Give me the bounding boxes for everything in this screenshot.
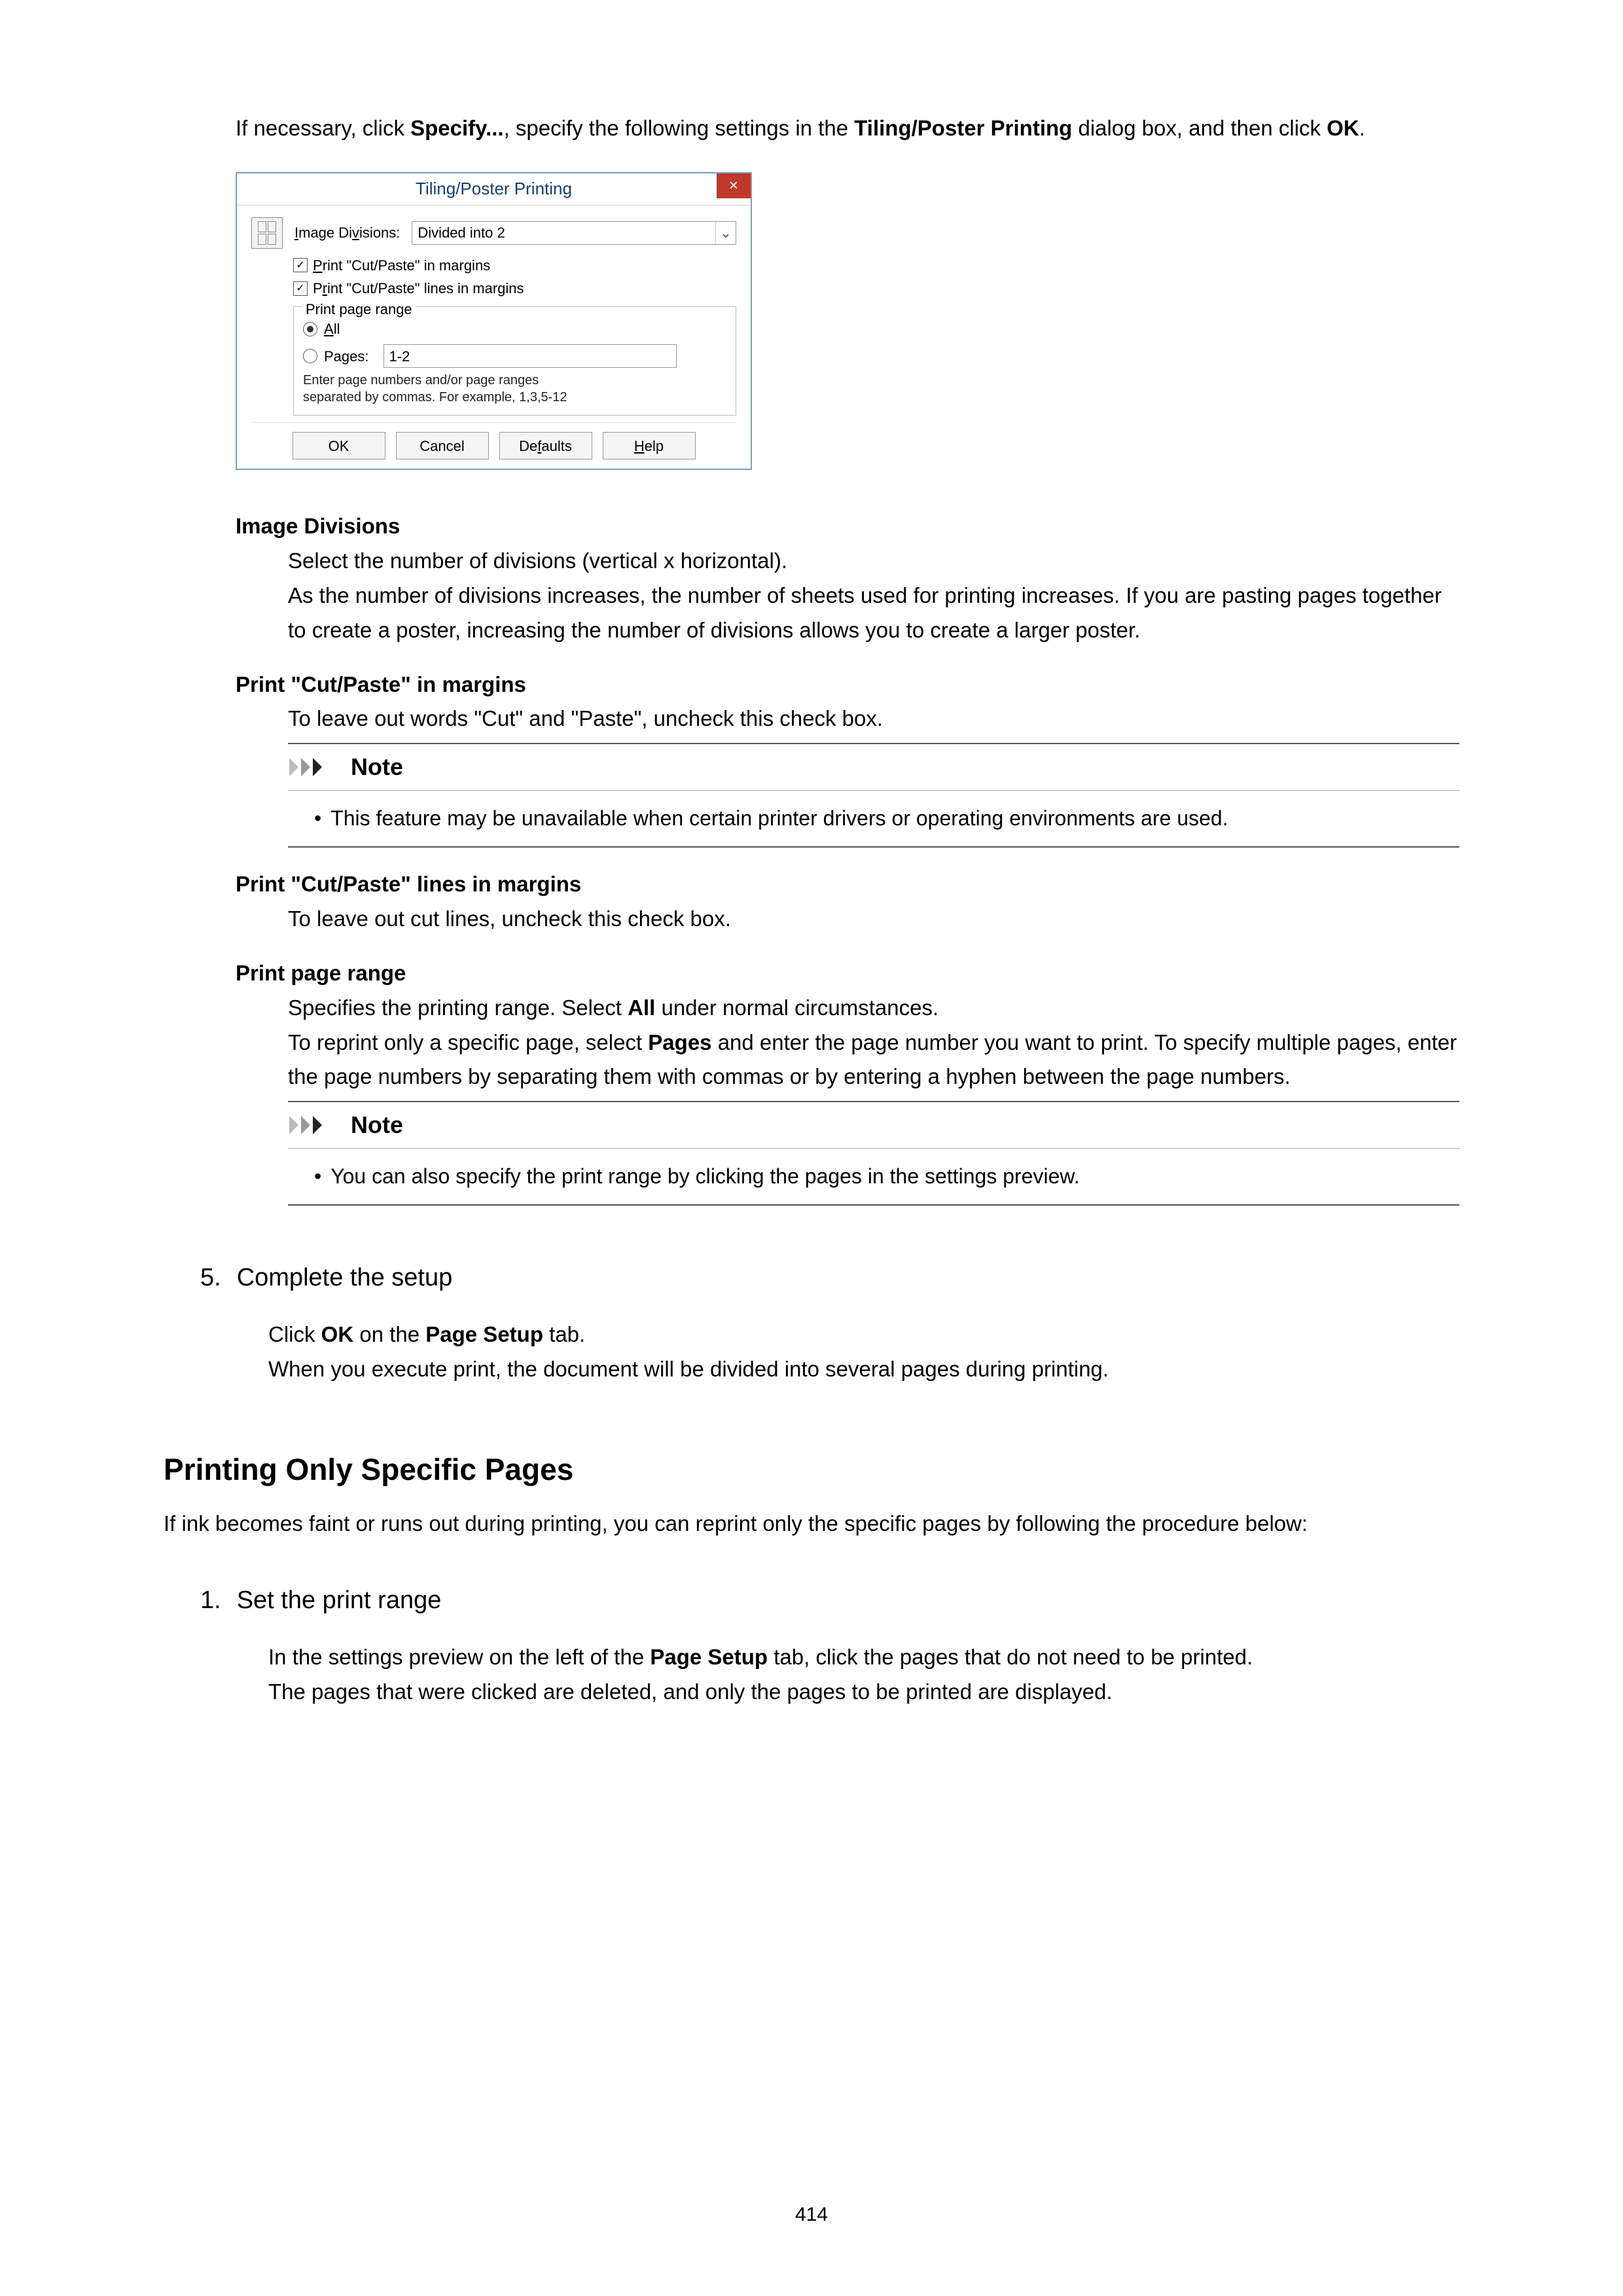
note-box: Note • You can also specify the print ra… bbox=[288, 1101, 1459, 1206]
section-heading: Printing Only Specific Pages bbox=[164, 1446, 1459, 1494]
step-1-body: In the settings preview on the left of t… bbox=[268, 1640, 1459, 1710]
range-pages-radio[interactable]: Pages: 1-2 bbox=[303, 344, 726, 368]
section-intro: If ink becomes faint or runs out during … bbox=[164, 1507, 1459, 1541]
note-heading: Note bbox=[288, 744, 1459, 791]
help-button[interactable]: Help bbox=[603, 432, 696, 459]
pages-input[interactable]: 1-2 bbox=[383, 344, 677, 368]
cancel-button[interactable]: Cancel bbox=[396, 432, 489, 459]
print-cutpaste-margins-checkbox[interactable]: ✓ Print "Cut/Paste" in margins bbox=[293, 254, 736, 277]
ok-button[interactable]: OK bbox=[293, 432, 385, 459]
tiling-poster-dialog: Tiling/Poster Printing × Image Divisions… bbox=[236, 172, 752, 471]
note-heading: Note bbox=[288, 1102, 1459, 1149]
page-number: 414 bbox=[0, 2199, 1623, 2231]
step-5-body: Click OK on the Page Setup tab. When you… bbox=[268, 1318, 1459, 1387]
defaults-button[interactable]: Defaults bbox=[499, 432, 592, 459]
def-lines-desc: To leave out cut lines, uncheck this che… bbox=[288, 902, 1459, 937]
print-cutpaste-lines-checkbox[interactable]: ✓ Print "Cut/Paste" lines in margins bbox=[293, 277, 736, 300]
group-legend: Print page range bbox=[302, 298, 416, 321]
dialog-button-row: OK Cancel Defaults Help bbox=[251, 422, 736, 459]
range-all-radio[interactable]: All bbox=[303, 317, 726, 340]
def-margins-desc: To leave out words "Cut" and "Paste", un… bbox=[288, 702, 1459, 736]
def-image-divisions-desc1: Select the number of divisions (vertical… bbox=[288, 544, 1459, 579]
pages-hint: Enter page numbers and/or page ranges se… bbox=[303, 372, 726, 406]
note-item: • This feature may be unavailable when c… bbox=[314, 802, 1448, 835]
dialog-title: Tiling/Poster Printing bbox=[416, 175, 572, 203]
note-chevrons-icon bbox=[289, 758, 342, 776]
chevron-down-icon: ⌄ bbox=[715, 222, 736, 244]
def-lines-title: Print "Cut/Paste" lines in margins bbox=[236, 867, 1459, 902]
checkbox-checked-icon: ✓ bbox=[293, 281, 308, 296]
checkbox-checked-icon: ✓ bbox=[293, 258, 308, 272]
dialog-titlebar: Tiling/Poster Printing × bbox=[237, 173, 751, 206]
image-divisions-label: Image Divisions: bbox=[294, 221, 400, 244]
radio-checked-icon bbox=[303, 322, 317, 336]
def-image-divisions-title: Image Divisions bbox=[236, 509, 1459, 544]
step-1-heading: 1. Set the print range bbox=[164, 1581, 1459, 1621]
def-range-desc1: Specifies the printing range. Select All… bbox=[288, 991, 1459, 1026]
note-item: • You can also specify the print range b… bbox=[314, 1160, 1448, 1193]
divisions-preview-icon bbox=[251, 217, 283, 249]
def-image-divisions-desc2: As the number of divisions increases, th… bbox=[288, 579, 1459, 648]
image-divisions-select[interactable]: Divided into 2 ⌄ bbox=[412, 221, 736, 245]
intro-paragraph: If necessary, click Specify..., specify … bbox=[236, 111, 1459, 146]
def-range-desc2: To reprint only a specific page, select … bbox=[288, 1026, 1459, 1095]
print-page-range-group: Print page range All Pages: 1-2 Enter pa… bbox=[293, 306, 736, 416]
radio-unchecked-icon bbox=[303, 349, 317, 363]
def-range-title: Print page range bbox=[236, 956, 1459, 991]
step-5-heading: 5. Complete the setup bbox=[164, 1258, 1459, 1298]
note-chevrons-icon bbox=[289, 1116, 342, 1134]
close-icon[interactable]: × bbox=[717, 173, 751, 198]
def-margins-title: Print "Cut/Paste" in margins bbox=[236, 668, 1459, 702]
note-box: Note • This feature may be unavailable w… bbox=[288, 743, 1459, 848]
